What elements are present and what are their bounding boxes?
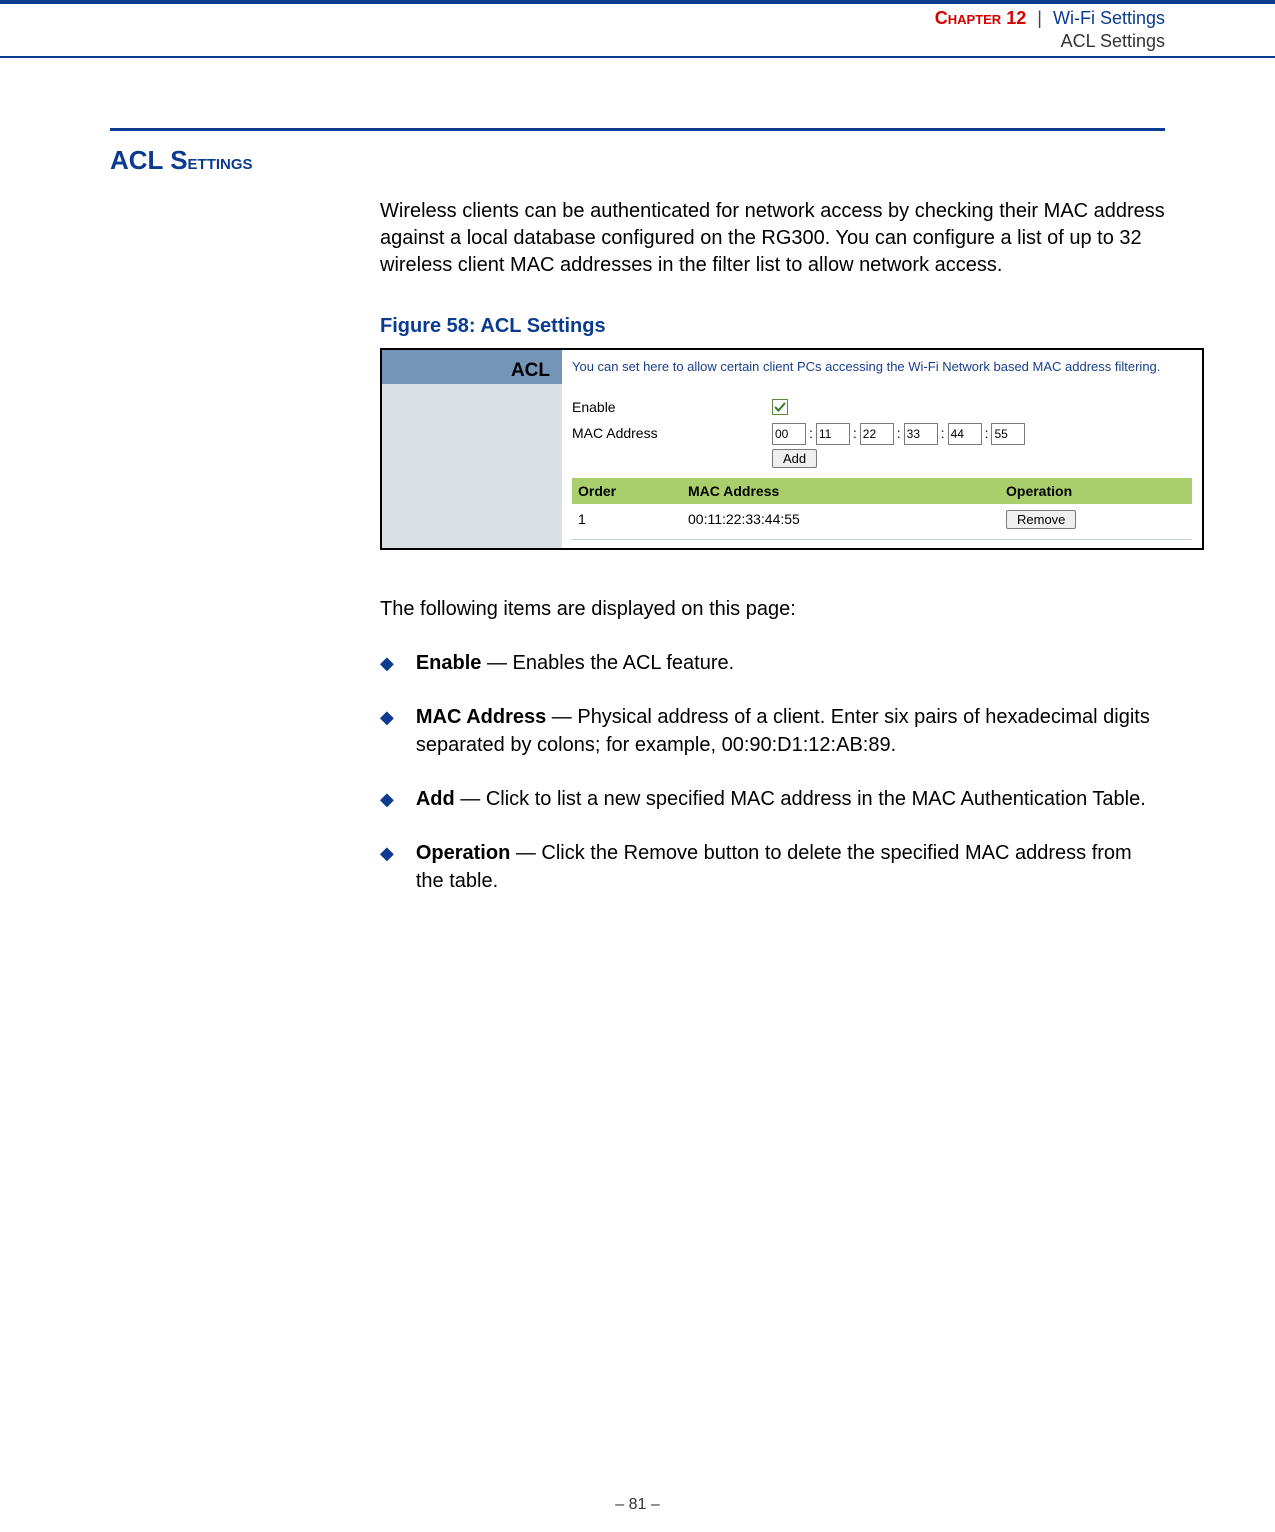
list-item: ◆ Enable — Enables the ACL feature. [380,649,1165,677]
diamond-icon: ◆ [380,787,394,813]
bullet-rest: — Click to list a new specified MAC addr… [455,788,1146,810]
bullet-rest: — Enables the ACL feature. [481,652,734,674]
acl-side-blank [382,384,562,549]
table-row: 1 00:11:22:33:44:55 Remove [572,504,1192,535]
th-operation: Operation [1006,482,1186,501]
td-order: 1 [578,510,688,529]
acl-panel: ACL You can set here to allow certain cl… [380,348,1204,550]
list-item: ◆ Add — Click to list a new specified MA… [380,785,1165,813]
mac-octet-5[interactable] [991,423,1025,445]
section-title-rest: ettings [188,149,253,174]
bullet-term: MAC Address [416,706,546,728]
mac-input-group: ::::: [772,423,1025,445]
diamond-icon: ◆ [380,841,394,895]
td-mac: 00:11:22:33:44:55 [688,510,1006,529]
acl-table-header: Order MAC Address Operation [572,478,1192,505]
bullet-term: Operation [416,842,510,864]
bullet-rest: — Click the Remove button to delete the … [416,842,1132,892]
breadcrumb-secondary: ACL Settings [0,31,1165,52]
mac-octet-4[interactable] [948,423,982,445]
acl-hint-text: You can set here to allow certain client… [572,358,1192,376]
header-separator: | [1037,8,1042,28]
th-mac: MAC Address [688,482,1006,501]
acl-table-divider [572,539,1192,540]
followup-text: The following items are displayed on thi… [380,596,1165,623]
remove-button[interactable]: Remove [1006,510,1076,529]
figure-caption: Figure 58: ACL Settings [380,313,1165,340]
mac-address-label: MAC Address [572,424,772,443]
list-item: ◆ Operation — Click the Remove button to… [380,839,1165,895]
section-title-prefix: ACL S [110,145,188,175]
diamond-icon: ◆ [380,705,394,759]
enable-label: Enable [572,398,772,417]
acl-side-label: ACL [382,350,562,384]
section-rule [110,128,1165,131]
intro-paragraph: Wireless clients can be authenticated fo… [380,198,1165,279]
page-number: – 81 – [0,1496,1275,1514]
mac-octet-0[interactable] [772,423,806,445]
add-button[interactable]: Add [772,449,817,468]
breadcrumb-primary: Wi-Fi Settings [1053,8,1165,28]
chapter-label: Chapter [935,8,1001,28]
page-header: Chapter 12 | Wi-Fi Settings ACL Settings [0,0,1275,58]
mac-octet-2[interactable] [860,423,894,445]
th-order: Order [578,482,688,501]
diamond-icon: ◆ [380,651,394,677]
bullet-term: Enable [416,652,482,674]
bullet-term: Add [416,788,455,810]
mac-octet-3[interactable] [904,423,938,445]
enable-checkbox[interactable] [772,399,788,415]
section-title: ACL Settings [110,145,1165,176]
mac-octet-1[interactable] [816,423,850,445]
chapter-number: 12 [1006,8,1026,28]
list-item: ◆ MAC Address — Physical address of a cl… [380,703,1165,759]
